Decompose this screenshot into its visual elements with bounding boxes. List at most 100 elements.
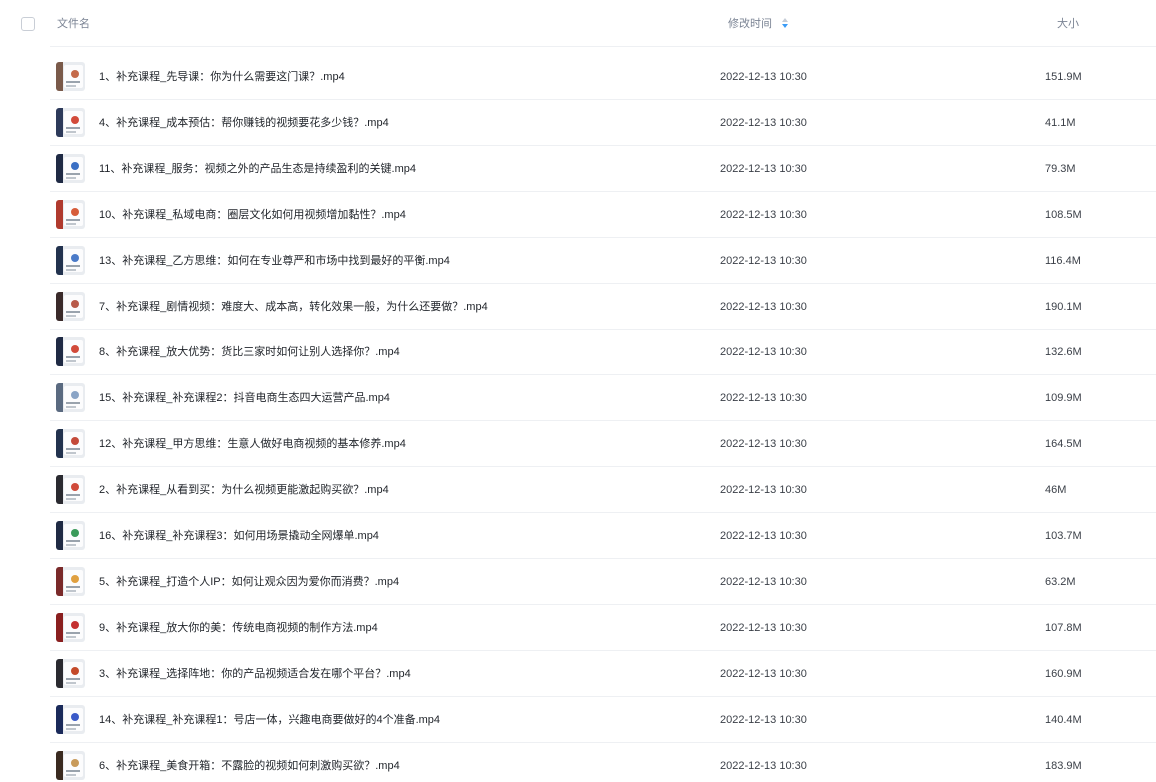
thumbnail-line: [66, 402, 80, 405]
thumbnail-line: [66, 677, 80, 680]
thumbnail-band: [56, 750, 63, 780]
file-name[interactable]: 1、补充课程_先导课：你为什么需要这门课？.mp4: [99, 69, 345, 85]
video-thumbnail[interactable]: [56, 429, 85, 459]
file-size: 103.7M: [1045, 530, 1082, 542]
thumbnail-line: [66, 130, 76, 133]
file-modified-time: 2022-12-13 10:30: [720, 759, 807, 772]
thumbnail-line: [66, 218, 80, 221]
file-row[interactable]: 8、补充课程_放大优势：货比三家时如何让别人选择你？.mp4 2022-12-13…: [50, 329, 1156, 376]
thumbnail-line: [66, 631, 80, 634]
file-list-page: 文件名 修改时间 大小 1、补充课程_先导课：你为什么需要这门课？.mp4 202…: [0, 0, 1156, 782]
file-name[interactable]: 4、补充课程_成本预估：帮你赚钱的视频要花多少钱？.mp4: [99, 115, 389, 131]
thumbnail-line: [66, 406, 76, 409]
file-name[interactable]: 2、补充课程_从看到买：为什么视频更能激起购买欲？.mp4: [99, 482, 389, 498]
file-list-header: 文件名 修改时间 大小: [0, 0, 1156, 48]
file-row[interactable]: 13、补充课程_乙方思维：如何在专业尊严和市场中找到最好的平衡.mp4 2022-…: [50, 238, 1156, 284]
file-row[interactable]: 6、补充课程_美食开箱：不露脸的视频如何刺激购买欲？.mp4 2022-12-13…: [50, 743, 1156, 782]
file-name[interactable]: 11、补充课程_服务：视频之外的产品生态是持续盈利的关键.mp4: [99, 161, 416, 177]
file-row[interactable]: 4、补充课程_成本预估：帮你赚钱的视频要花多少钱？.mp4 2022-12-13 …: [50, 100, 1156, 146]
file-name[interactable]: 10、补充课程_私域电商：圈层文化如何用视频增加黏性？.mp4: [99, 207, 406, 223]
video-thumbnail[interactable]: [56, 383, 85, 413]
video-thumbnail[interactable]: [56, 566, 85, 596]
file-row[interactable]: 1、补充课程_先导课：你为什么需要这门课？.mp4 2022-12-13 10:3…: [50, 54, 1156, 100]
thumbnail-line: [66, 310, 80, 313]
file-row[interactable]: 12、补充课程_甲方思维：生意人做好电商视频的基本修养.mp4 2022-12-1…: [50, 421, 1156, 468]
file-size: 183.9M: [1045, 759, 1082, 772]
file-name[interactable]: 12、补充课程_甲方思维：生意人做好电商视频的基本修养.mp4: [99, 436, 406, 452]
file-modified-time: 2022-12-13 10:30: [720, 484, 807, 497]
file-row[interactable]: 11、补充课程_服务：视频之外的产品生态是持续盈利的关键.mp4 2022-12-…: [50, 146, 1156, 192]
thumbnail-line: [66, 172, 80, 175]
file-size: 190.1M: [1045, 300, 1082, 313]
thumbnail-band: [56, 429, 63, 459]
thumbnail-line: [66, 126, 80, 129]
thumbnail-band: [56, 153, 63, 183]
file-name[interactable]: 15、补充课程_补充课程2：抖音电商生态四大运营产品.mp4: [99, 390, 390, 406]
file-size: 108.5M: [1045, 208, 1082, 221]
thumbnail-band: [56, 521, 63, 550]
file-name[interactable]: 8、补充课程_放大优势：货比三家时如何让别人选择你？.mp4: [99, 344, 400, 360]
thumbnail-spot: [71, 115, 79, 124]
video-thumbnail[interactable]: [56, 521, 85, 550]
file-name[interactable]: 14、补充课程_补充课程1：号店一体，兴趣电商要做好的4个准备.mp4: [99, 712, 440, 728]
video-thumbnail[interactable]: [56, 750, 85, 780]
file-name[interactable]: 7、补充课程_剧情视频：难度大、成本高，转化效果一般，为什么还要做？.mp4: [99, 299, 488, 315]
thumbnail-spot: [71, 574, 79, 583]
file-size: 79.3M: [1045, 162, 1076, 175]
video-thumbnail[interactable]: [56, 153, 85, 183]
file-name[interactable]: 16、补充课程_补充课程3：如何用场景撬动全网爆单.mp4: [99, 528, 379, 544]
video-thumbnail[interactable]: [56, 704, 85, 734]
file-row[interactable]: 16、补充课程_补充课程3：如何用场景撬动全网爆单.mp4 2022-12-13 …: [50, 513, 1156, 559]
file-size: 107.8M: [1045, 621, 1082, 634]
video-thumbnail[interactable]: [56, 291, 85, 321]
thumbnail-band: [56, 291, 63, 321]
file-size: 109.9M: [1045, 392, 1082, 405]
sort-arrows-icon[interactable]: [780, 16, 790, 30]
thumbnail-line: [66, 727, 76, 730]
video-thumbnail[interactable]: [56, 62, 85, 91]
thumbnail-band: [56, 704, 63, 734]
video-thumbnail[interactable]: [56, 612, 85, 642]
video-thumbnail[interactable]: [56, 658, 85, 688]
thumbnail-line: [66, 360, 76, 363]
column-header-name[interactable]: 文件名: [57, 16, 90, 32]
file-row[interactable]: 14、补充课程_补充课程1：号店一体，兴趣电商要做好的4个准备.mp4 2022-…: [50, 697, 1156, 743]
file-row[interactable]: 15、补充课程_补充课程2：抖音电商生态四大运营产品.mp4 2022-12-13…: [50, 375, 1156, 422]
file-name[interactable]: 6、补充课程_美食开箱：不露脸的视频如何刺激购买欲？.mp4: [99, 758, 400, 774]
file-name[interactable]: 9、补充课程_放大你的美：传统电商视频的制作方法.mp4: [99, 620, 378, 636]
thumbnail-band: [56, 62, 63, 91]
thumbnail-line: [66, 85, 76, 87]
file-row[interactable]: 2、补充课程_从看到买：为什么视频更能激起购买欲？.mp4 2022-12-13 …: [50, 467, 1156, 514]
file-row[interactable]: 7、补充课程_剧情视频：难度大、成本高，转化效果一般，为什么还要做？.mp4 20…: [50, 284, 1156, 330]
thumbnail-line: [66, 356, 80, 359]
file-name[interactable]: 5、补充课程_打造个人IP：如何让观众因为爱你而消费？.mp4: [99, 574, 399, 590]
thumbnail-band: [56, 612, 63, 642]
video-thumbnail[interactable]: [56, 245, 85, 275]
file-name[interactable]: 13、补充课程_乙方思维：如何在专业尊严和市场中找到最好的平衡.mp4: [99, 253, 450, 269]
file-size: 63.2M: [1045, 575, 1076, 588]
file-modified-time: 2022-12-13 10:30: [720, 392, 807, 405]
video-thumbnail[interactable]: [56, 199, 85, 229]
select-all-checkbox[interactable]: [21, 17, 35, 31]
file-size: 41.1M: [1045, 116, 1076, 129]
file-modified-time: 2022-12-13 10:30: [720, 575, 807, 588]
thumbnail-line: [66, 448, 80, 451]
file-row[interactable]: 3、补充课程_选择阵地：你的产品视频适合发在哪个平台？.mp4 2022-12-1…: [50, 651, 1156, 697]
video-thumbnail[interactable]: [56, 475, 85, 505]
file-modified-time: 2022-12-13 10:30: [720, 208, 807, 221]
video-thumbnail[interactable]: [56, 107, 85, 137]
file-row[interactable]: 5、补充课程_打造个人IP：如何让观众因为爱你而消费？.mp4 2022-12-1…: [50, 559, 1156, 605]
file-modified-time: 2022-12-13 10:30: [720, 116, 807, 129]
header-divider: [50, 46, 1156, 47]
thumbnail-band: [56, 337, 63, 367]
file-size: 132.6M: [1045, 346, 1082, 359]
column-header-modified-time[interactable]: 修改时间: [728, 16, 772, 32]
thumbnail-line: [66, 314, 76, 317]
file-size: 151.9M: [1045, 71, 1082, 83]
column-header-size[interactable]: 大小: [1057, 16, 1079, 32]
file-row[interactable]: 9、补充课程_放大你的美：传统电商视频的制作方法.mp4 2022-12-13 1…: [50, 605, 1156, 651]
file-name[interactable]: 3、补充课程_选择阵地：你的产品视频适合发在哪个平台？.mp4: [99, 666, 411, 682]
file-row[interactable]: 10、补充课程_私域电商：圈层文化如何用视频增加黏性？.mp4 2022-12-1…: [50, 192, 1156, 238]
video-thumbnail[interactable]: [56, 337, 85, 367]
thumbnail-line: [66, 222, 76, 225]
